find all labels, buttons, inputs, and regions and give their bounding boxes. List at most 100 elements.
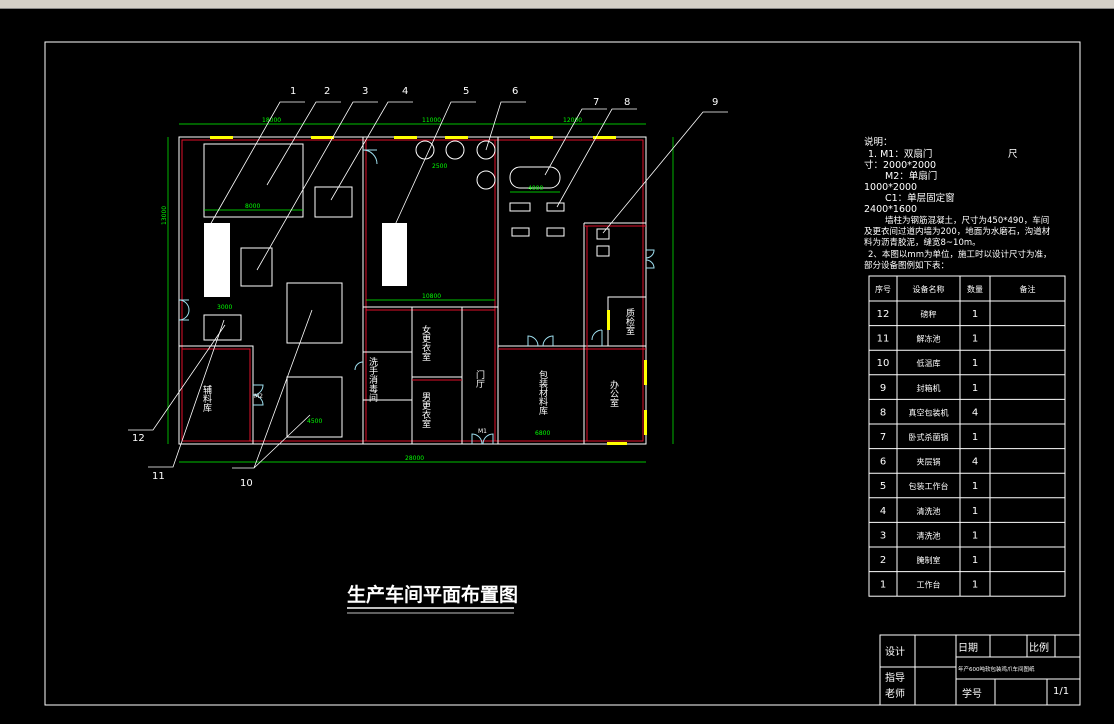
- table-cell-qty: 1: [972, 530, 978, 541]
- tb-design: 设计: [885, 645, 905, 658]
- drawing-frame: [44, 41, 1081, 706]
- table-cell-no: 7: [880, 432, 886, 443]
- table-cell-qty: 4: [972, 457, 978, 468]
- table-cell-qty: 1: [972, 358, 978, 369]
- dim-4000: 4000: [528, 185, 543, 192]
- note-line: 及更衣间过道内墙为200，地面为水磨石，沟道材: [864, 226, 1051, 237]
- callout-2: 2: [324, 86, 330, 97]
- table-cell-no: 5: [880, 481, 886, 492]
- door-label-m1: M1: [478, 428, 487, 435]
- note-line: 2、本图以mm为单位，施工时以设计尺寸为准，: [868, 249, 1051, 260]
- equipment-case-sealer: [596, 228, 610, 257]
- note-line: M2：单扇门: [885, 170, 937, 182]
- equipment-jacketed-kettles: [415, 140, 496, 190]
- dim-top-right: 12000: [563, 117, 582, 124]
- table-header-no: 序号: [875, 284, 891, 294]
- dim-2500: 2500: [432, 163, 447, 170]
- table-cell-qty: 1: [972, 481, 978, 492]
- room-lobby: 门厅: [474, 369, 485, 388]
- callout-7: 7: [593, 97, 599, 108]
- door-label-m2: M2: [254, 393, 263, 400]
- callout-5: 5: [463, 86, 469, 97]
- room-office: 办公室: [608, 379, 619, 407]
- table-cell-qty: 1: [972, 309, 978, 320]
- callout-9: 9: [712, 97, 718, 108]
- table-cell-qty: 1: [972, 383, 978, 394]
- table-cell-no: 4: [880, 506, 886, 517]
- equipment-scale: [203, 314, 242, 341]
- tb-advisor-2: 老师: [885, 687, 905, 700]
- table-cell-qty: 1: [972, 432, 978, 443]
- table-cell-name: 清洗池: [917, 506, 941, 516]
- note-line: 料为沥青胶泥，缝宽8~10m。: [864, 237, 981, 248]
- dim-4500: 4500: [307, 418, 322, 425]
- table-cell-name: 包装工作台: [909, 481, 949, 491]
- equipment-wash-tank-3: [240, 247, 273, 287]
- table-cell-name: 腌制室: [917, 555, 941, 565]
- callout-8: 8: [624, 97, 630, 108]
- dim-top-mid: 11000: [422, 117, 441, 124]
- note-line: 尺: [1008, 149, 1018, 160]
- table-cell-no: 10: [877, 358, 890, 369]
- note-line: 2400*1600: [864, 204, 917, 215]
- table-cell-qty: 1: [972, 506, 978, 517]
- cad-drawing-canvas[interactable]: M1 M2 18000 11000 12000 28000 10800 8000…: [0, 0, 1114, 724]
- table-cell-name: 卧式杀菌锅: [909, 432, 949, 442]
- room-qc: 质检室: [624, 307, 635, 335]
- equipment-wash-tank-4: [314, 186, 353, 218]
- callout-10: 10: [240, 478, 253, 489]
- table-cell-name: 真空包装机: [909, 407, 949, 417]
- table-cell-qty: 4: [972, 407, 978, 418]
- table-cell-no: 12: [877, 309, 890, 320]
- dim-3000: 3000: [217, 304, 232, 311]
- equipment: [203, 140, 610, 438]
- note-line: 1000*2000: [864, 182, 917, 193]
- room-packaging-storage: 包装材料库: [537, 369, 548, 416]
- table-cell-qty: 1: [972, 580, 978, 591]
- table-header-name: 设备名称: [913, 284, 945, 294]
- tb-scale: 比例: [1029, 641, 1049, 654]
- equipment-vacuum-packers: [509, 202, 565, 237]
- table-cell-name: 清洗池: [917, 530, 941, 540]
- tb-advisor: 指导: [885, 671, 905, 684]
- table-cell-no: 6: [880, 457, 886, 468]
- note-line: C1：单层固定窗: [885, 192, 955, 204]
- callout-6: 6: [512, 86, 518, 97]
- table-cell-qty: 1: [972, 555, 978, 566]
- table-cell-no: 9: [880, 383, 886, 394]
- tb-sheet: 1/1: [1053, 686, 1069, 697]
- callout-1: 1: [290, 86, 296, 97]
- dim-8000: 8000: [245, 203, 260, 210]
- table-cell-name: 封箱机: [917, 383, 941, 393]
- dim-top-left: 18000: [262, 117, 281, 124]
- callout-3: 3: [362, 86, 368, 97]
- note-line: 1. M1：双扇门: [868, 148, 932, 160]
- tb-student-no: 学号: [962, 687, 982, 700]
- table-cell-name: 低温库: [917, 358, 941, 368]
- tb-drawing-name: 年产600吨软包装鸡爪车间图纸: [958, 665, 1035, 673]
- equipment-thaw-pool: [286, 282, 343, 344]
- equipment-table: 序号 设备名称 数量 备注12 磅秤 111 解冻池 110 低温库 19 封箱机 18 真空包装机 47…: [868, 275, 1066, 597]
- dim-bottom-total: 28000: [405, 455, 424, 462]
- room-female-locker: 女更衣室: [420, 324, 431, 361]
- table-cell-name: 工作台: [917, 580, 941, 590]
- table-header-remark: 备注: [1020, 284, 1036, 294]
- room-labels: 辅料库 洗手消毒间 女更衣室 男更衣室 门厅 包装材料库 办公室 质检室: [201, 307, 635, 428]
- table-cell-name: 解冻池: [917, 334, 941, 344]
- table-cell-no: 2: [880, 555, 886, 566]
- table-cell-no: 8: [880, 407, 886, 418]
- dim-mid-span: 10800: [422, 293, 441, 300]
- note-line: 寸：2000*2000: [864, 159, 936, 171]
- table-cell-qty: 1: [972, 334, 978, 345]
- floor-plan: M1 M2: [178, 136, 655, 445]
- note-line: 墙柱为钢筋混凝土，尺寸为450*490，车间: [885, 215, 1049, 226]
- table-cell-no: 3: [880, 530, 886, 541]
- equipment-packing-table: [382, 223, 407, 286]
- table-cell-name: 夹层锅: [917, 457, 941, 467]
- equipment-workbench: [204, 223, 230, 297]
- callout-12: 12: [132, 433, 145, 444]
- dim-left-total: 13000: [161, 206, 168, 225]
- callout-4: 4: [402, 86, 408, 97]
- note-line: 部分设备图例如下表：: [864, 260, 949, 271]
- equipment-cold-storage: [286, 376, 343, 438]
